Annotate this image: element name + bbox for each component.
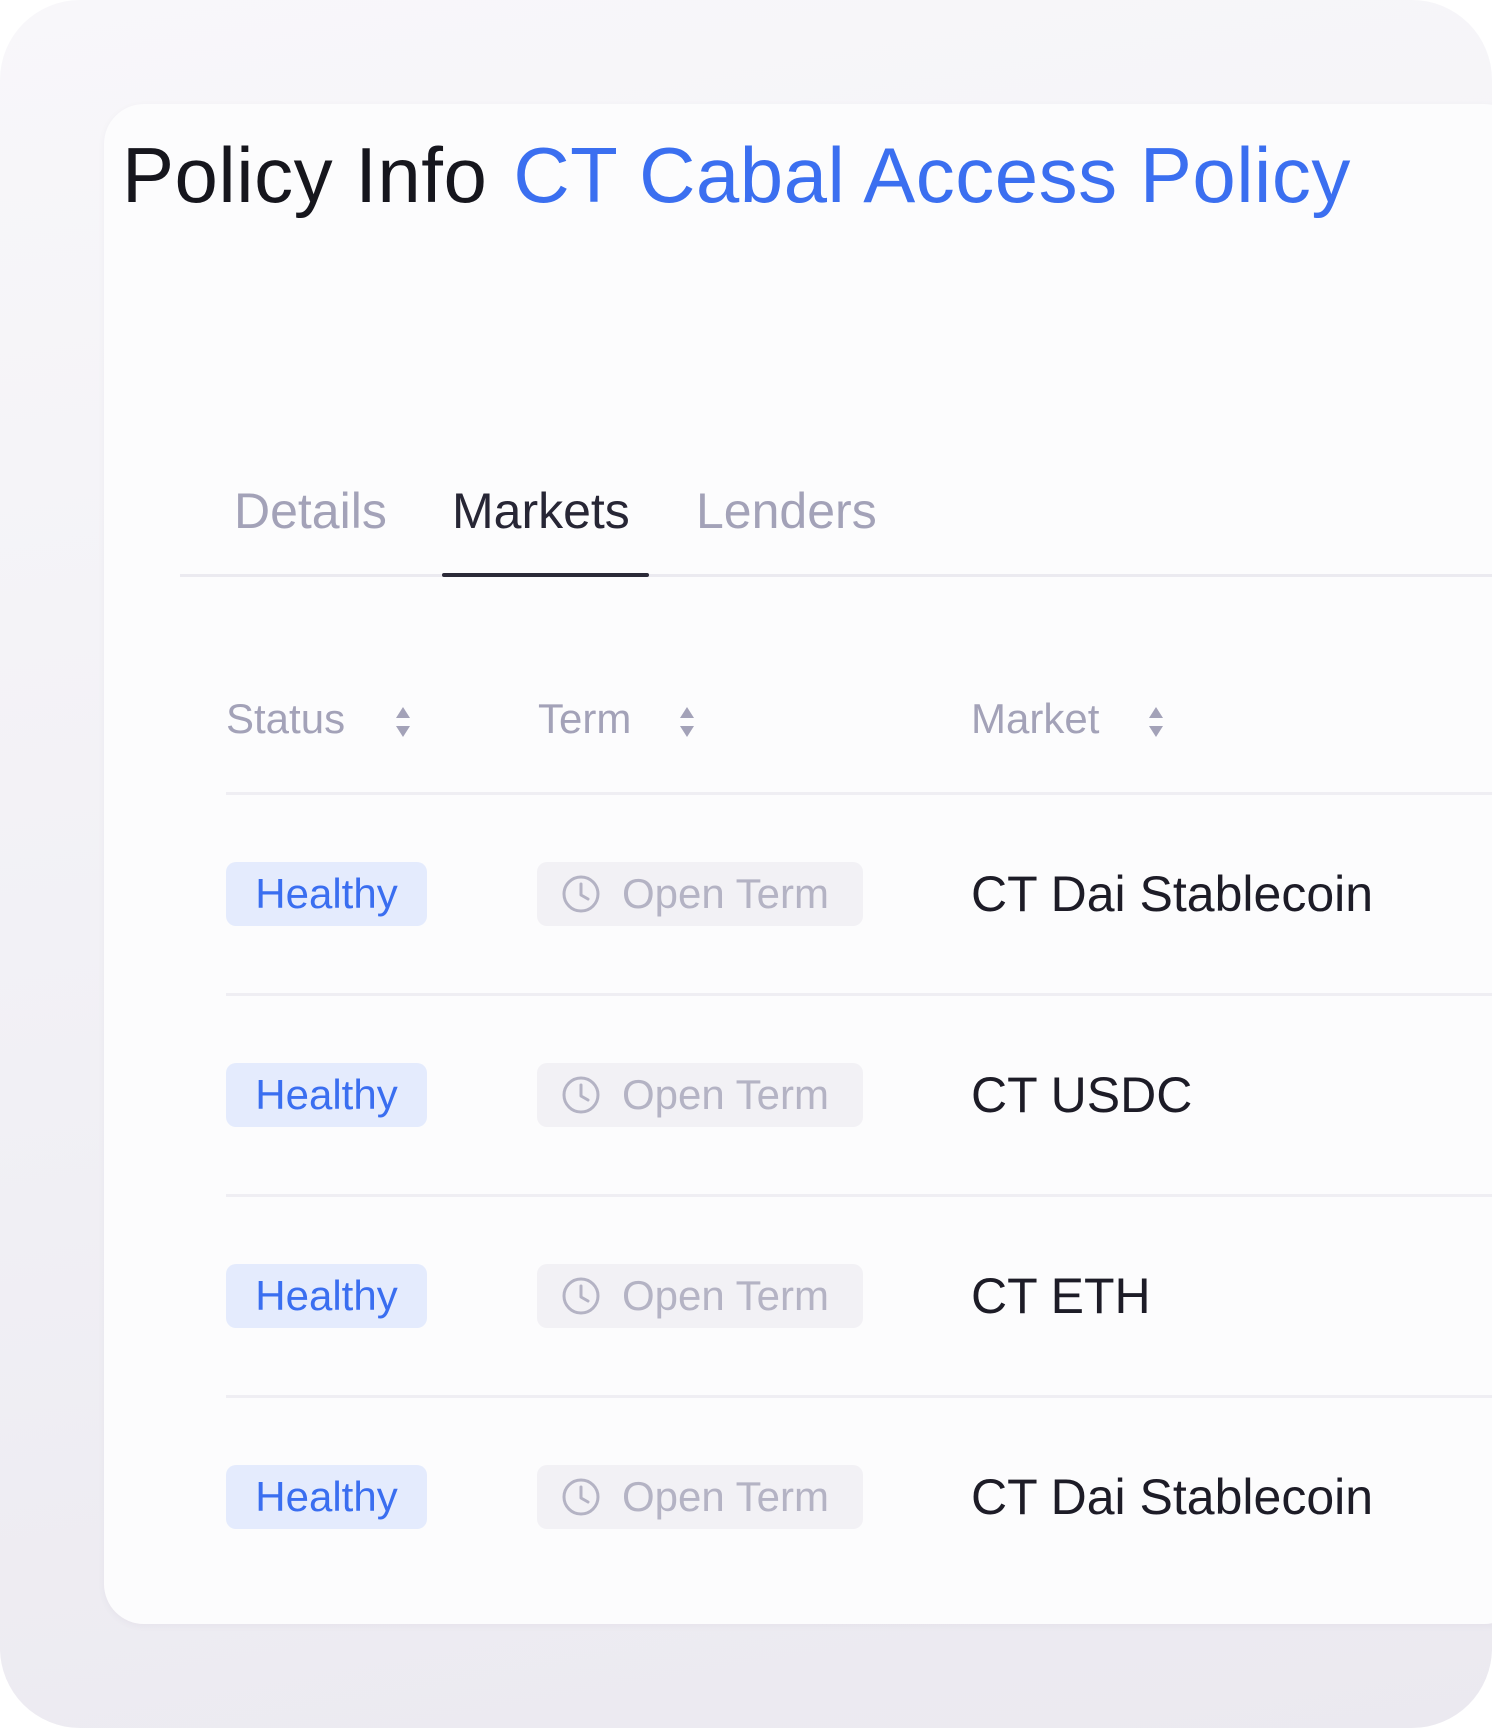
tab-details-label: Details (234, 483, 387, 539)
sort-icon[interactable] (1147, 705, 1165, 739)
tab-divider (180, 574, 1492, 577)
status-badge: Healthy (226, 862, 427, 926)
clock-icon (562, 875, 600, 913)
market-name: CT Dai Stablecoin (971, 1469, 1374, 1525)
market-name: CT Dai Stablecoin (971, 866, 1374, 922)
row-divider (226, 1395, 1492, 1398)
app-frame: Policy Info CT Cabal Access Policy Detail… (0, 0, 1492, 1728)
term-label: Open Term (622, 1272, 829, 1319)
tab-details[interactable]: Details (234, 486, 387, 536)
term-label: Open Term (622, 1071, 829, 1118)
term-badge: Open Term (537, 1465, 863, 1529)
market-name: CT ETH (971, 1268, 1151, 1324)
status-badge: Healthy (226, 1465, 427, 1529)
tab-lenders[interactable]: Lenders (696, 486, 877, 536)
tab-lenders-label: Lenders (696, 483, 877, 539)
tab-markets-label: Markets (452, 483, 630, 539)
column-header-term[interactable]: Term (538, 698, 631, 740)
tab-markets[interactable]: Markets (452, 486, 630, 536)
column-header-market[interactable]: Market (971, 698, 1099, 740)
term-label: Open Term (622, 1473, 829, 1520)
term-badge: Open Term (537, 1264, 863, 1328)
row-divider (226, 1194, 1492, 1197)
term-label: Open Term (622, 870, 829, 917)
status-badge: Healthy (226, 1264, 427, 1328)
sort-icon[interactable] (394, 705, 412, 739)
clock-icon (562, 1076, 600, 1114)
page-title-label: Policy Info (122, 131, 488, 219)
clock-icon (562, 1478, 600, 1516)
status-badge: Healthy (226, 1063, 427, 1127)
term-badge: Open Term (537, 1063, 863, 1127)
market-name: CT USDC (971, 1067, 1193, 1123)
page-title: Policy Info CT Cabal Access Policy (122, 136, 1351, 214)
sort-icon[interactable] (678, 705, 696, 739)
term-badge: Open Term (537, 862, 863, 926)
header-divider (226, 792, 1492, 795)
policy-name: CT Cabal Access Policy (513, 131, 1351, 219)
active-tab-indicator (442, 573, 649, 577)
column-header-status[interactable]: Status (226, 698, 345, 740)
row-divider (226, 993, 1492, 996)
clock-icon (562, 1277, 600, 1315)
